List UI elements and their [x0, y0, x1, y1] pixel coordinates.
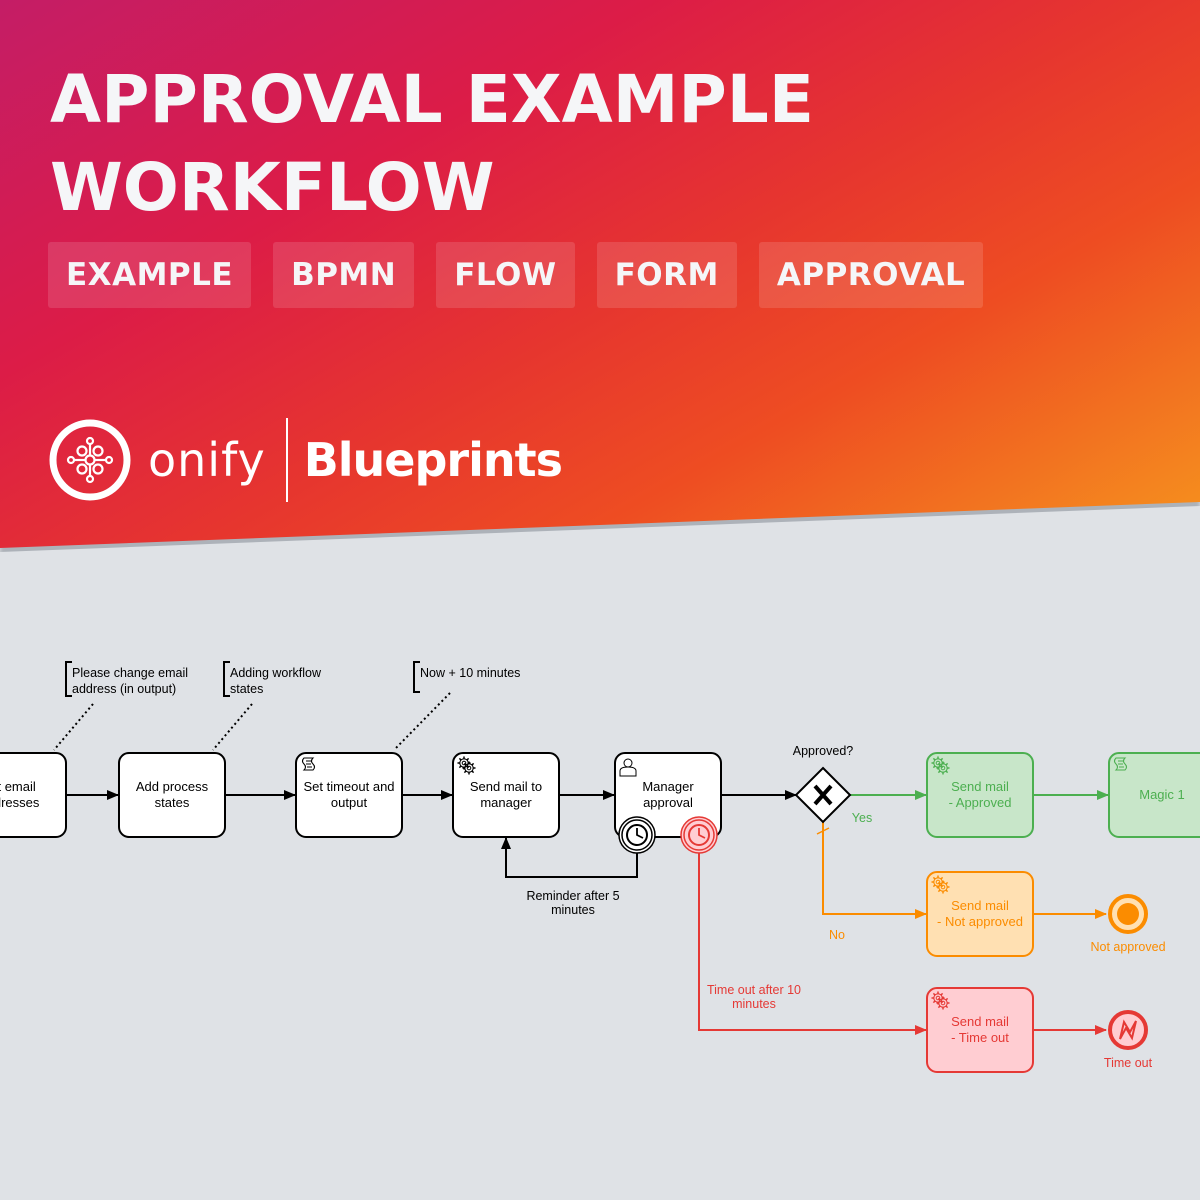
reminder-label: Reminder after 5: [526, 889, 619, 903]
clock-icon: [688, 824, 710, 846]
task-label: - Not approved: [937, 914, 1023, 929]
yes-label: Yes: [852, 811, 872, 825]
no-label: No: [829, 928, 845, 942]
gateway-label: Approved?: [793, 744, 854, 758]
timeout-timer-event[interactable]: [680, 816, 718, 854]
task-add-process-states[interactable]: Add process states: [118, 752, 226, 838]
no-flow[interactable]: [822, 822, 927, 919]
task-send-mail-timeout[interactable]: Send mail - Time out: [926, 987, 1034, 1073]
task-label: ddresses: [0, 795, 40, 810]
end-event-label: Time out: [1104, 1056, 1153, 1070]
reminder-flow[interactable]: [501, 837, 638, 878]
task-label: states: [155, 795, 190, 810]
task-magic-1[interactable]: Magic 1: [1108, 752, 1200, 838]
timeout-label: Time out after 10: [707, 983, 801, 997]
reminder-label: minutes: [551, 903, 595, 917]
task-label: manager: [480, 795, 532, 810]
task-label: Send mail: [951, 898, 1009, 913]
task-label: Magic 1: [1139, 787, 1185, 802]
task-label: - Approved: [949, 795, 1012, 810]
task-label: et email: [0, 779, 36, 794]
reminder-timer-event[interactable]: [618, 816, 656, 854]
task-label: Manager: [642, 779, 694, 794]
annotation-line: Adding workflow: [230, 666, 322, 680]
bpmn-diagram: Please change email address (in output) …: [0, 661, 1200, 1073]
annotation-line: states: [230, 682, 263, 696]
end-event-not-approved[interactable]: Not approved: [1090, 894, 1166, 954]
exclusive-gateway[interactable]: Approved?: [793, 744, 854, 824]
text-annotation: Adding workflow states: [212, 661, 322, 751]
task-label: Send mail to: [470, 779, 542, 794]
task-label: approval: [643, 795, 693, 810]
task-label: - Time out: [951, 1030, 1009, 1045]
annotation-line: address (in output): [72, 682, 176, 696]
timeout-label: minutes: [732, 997, 776, 1011]
end-event-time-out[interactable]: Time out: [1104, 1010, 1153, 1070]
task-label: Add process: [136, 779, 209, 794]
task-set-timeout[interactable]: Set timeout and output: [295, 752, 403, 838]
clock-icon: [626, 824, 648, 846]
task-send-mail-approved[interactable]: Send mail - Approved: [926, 752, 1034, 838]
task-label: output: [331, 795, 368, 810]
text-annotation: Now + 10 minutes: [393, 661, 520, 751]
annotation-line: Please change email: [72, 666, 188, 680]
task-get-email[interactable]: et email ddresses: [0, 752, 67, 838]
text-annotation: Please change email address (in output): [53, 661, 188, 751]
task-send-mail-not-approved[interactable]: Send mail - Not approved: [926, 871, 1034, 957]
annotation-line: Now + 10 minutes: [420, 666, 520, 680]
task-label: Send mail: [951, 779, 1009, 794]
end-event-label: Not approved: [1090, 940, 1165, 954]
task-send-mail-manager[interactable]: Send mail to manager: [452, 752, 560, 838]
task-label: Set timeout and: [303, 779, 394, 794]
task-label: Send mail: [951, 1014, 1009, 1029]
